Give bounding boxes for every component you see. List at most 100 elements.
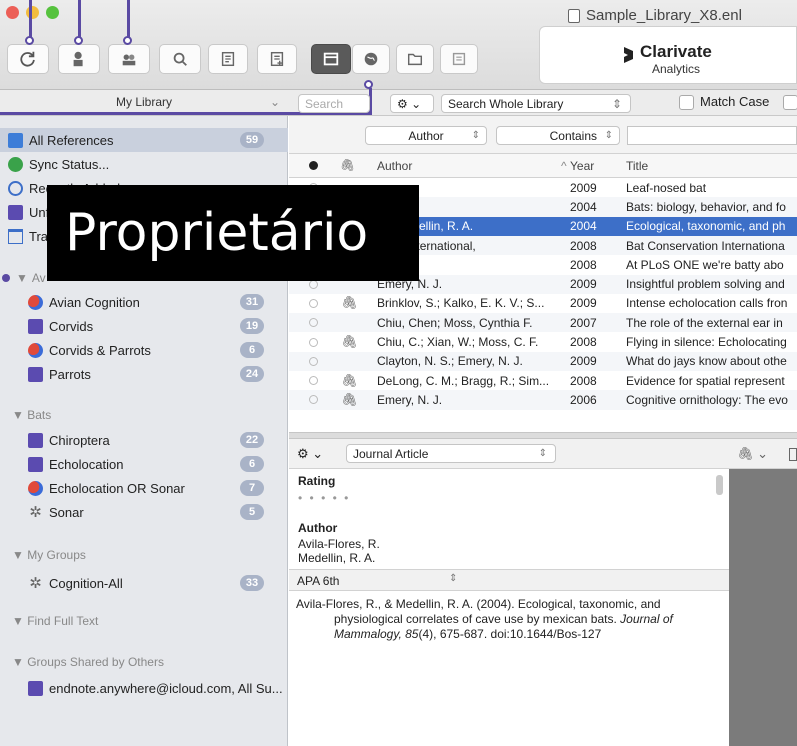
- search-scope-select[interactable]: Search Whole Library ⇕: [441, 94, 631, 113]
- find-full-text-section[interactable]: ▼ Find Full Text: [12, 614, 98, 628]
- callout-line: [78, 0, 81, 38]
- group-set-my-groups[interactable]: ▼ My Groups: [12, 548, 86, 562]
- read-status-icon[interactable]: [309, 337, 318, 347]
- gear-icon[interactable]: ⚙ ⌄: [297, 446, 323, 462]
- magnifier-icon: [173, 52, 187, 66]
- zoom-window-button[interactable]: [46, 6, 59, 19]
- format-bibliography-button[interactable]: [257, 44, 297, 74]
- read-status-column-icon[interactable]: [309, 161, 318, 170]
- find-full-text-button[interactable]: [159, 44, 201, 74]
- callout-marker: [123, 36, 132, 45]
- close-window-button[interactable]: [6, 6, 19, 19]
- sidebar-item[interactable]: Parrots 24: [0, 362, 288, 386]
- pdf-preview-pane[interactable]: [729, 469, 797, 746]
- preview-button[interactable]: [440, 44, 478, 74]
- match-case-checkbox[interactable]: [679, 95, 694, 110]
- editor-scrollbar[interactable]: [716, 475, 723, 495]
- sync-status-icon: [8, 156, 23, 172]
- pane-splitter[interactable]: [289, 432, 797, 439]
- table-row[interactable]: 🖇 Chiu, C.; Xian, W.; Moss, C. F. 2008 Flyi…: [289, 332, 797, 351]
- table-row[interactable]: 🖇 DeLong, C. M.; Bragg, R.; Sim... 2008 Evi…: [289, 371, 797, 390]
- paperclip-icon: 🖇: [341, 391, 358, 407]
- open-folder-button[interactable]: [396, 44, 434, 74]
- minimize-window-button[interactable]: [26, 6, 39, 19]
- cell-title: Flying in silence: Echolocating: [626, 335, 787, 350]
- shared-library-icon: [28, 680, 43, 696]
- open-link-button[interactable]: [352, 44, 390, 74]
- group-set-bats[interactable]: ▼ Bats: [12, 408, 51, 422]
- output-style-bar: APA 6th ⇕: [289, 569, 729, 591]
- count-badge: 31: [240, 294, 264, 310]
- table-row[interactable]: Clayton, N. S.; Emery, N. J. 2009 What do …: [289, 351, 797, 371]
- sync-button[interactable]: [7, 44, 49, 74]
- sidebar-item[interactable]: Avian Cognition 31: [0, 290, 288, 314]
- table-row[interactable]: 🖇 Emery, N. J. 2006 Cognitive ornithology: …: [289, 390, 797, 410]
- field-select[interactable]: Author ⇕: [365, 126, 487, 145]
- gear-icon: ⚙ ⌄: [397, 96, 422, 111]
- title-column-header[interactable]: Title: [626, 159, 648, 173]
- count-badge: 7: [240, 480, 264, 496]
- table-row[interactable]: Chiu, Chen; Moss, Cynthia F. 2007 The role…: [289, 313, 797, 333]
- option-checkbox[interactable]: [783, 95, 797, 110]
- sidebar-item[interactable]: Chiroptera 22: [0, 428, 288, 452]
- paperclip-icon[interactable]: 🖇: [340, 158, 355, 172]
- sidebar-item-sync-status[interactable]: Sync Status...: [0, 152, 288, 176]
- cell-title: Evidence for spatial represent: [626, 373, 785, 388]
- sidebar-item[interactable]: Corvids & Parrots 6: [0, 338, 288, 362]
- read-status-icon[interactable]: [309, 318, 318, 328]
- chevron-down-icon: ⌄: [269, 95, 280, 109]
- group-icon: [28, 456, 43, 472]
- bibliography-icon: [270, 51, 284, 67]
- read-status-icon[interactable]: [309, 298, 318, 308]
- author-field-line-1[interactable]: Avila-Flores, R.: [298, 537, 380, 551]
- sidebar-item-label: Parrots: [49, 366, 91, 382]
- read-status-icon[interactable]: [309, 395, 318, 405]
- sidebar-item-label: Echolocation OR Sonar: [49, 480, 185, 496]
- smart-group-icon: [28, 480, 43, 496]
- disclosure-triangle-icon: ▼: [12, 614, 28, 628]
- read-status-icon[interactable]: [309, 356, 318, 366]
- attachment-menu-icon[interactable]: 🖇 ⌄: [737, 446, 768, 462]
- sidebar-item[interactable]: Echolocation OR Sonar 7: [0, 476, 288, 500]
- callout-line: [29, 0, 32, 40]
- sidebar-item[interactable]: Corvids 19: [0, 314, 288, 338]
- rating-stars[interactable]: • • • • •: [298, 491, 350, 505]
- paperclip-icon: 🖇: [341, 334, 358, 350]
- reference-type-select[interactable]: Journal Article ⇕: [346, 444, 556, 463]
- insert-citation-button[interactable]: [208, 44, 248, 74]
- search-options-button[interactable]: ⚙ ⌄: [390, 94, 434, 113]
- integrated-library-button[interactable]: [108, 44, 150, 74]
- callout-line: [127, 0, 130, 38]
- cell-title: Cognitive ornithology: The evo: [626, 392, 788, 407]
- search-term-input[interactable]: [627, 126, 797, 145]
- sidebar-item-cognition-all[interactable]: ✲ Cognition-All 33: [0, 571, 288, 595]
- search-input[interactable]: Search: [298, 94, 370, 113]
- updown-arrow-icon: ⇕: [471, 130, 480, 141]
- updown-arrow-icon: ⇕: [538, 448, 547, 459]
- group-icon: [28, 318, 43, 334]
- shared-groups-section[interactable]: ▼ Groups Shared by Others: [12, 655, 164, 669]
- disclosure-triangle-icon: ▼: [12, 548, 28, 562]
- author-column-header[interactable]: Author: [377, 159, 412, 173]
- sidebar-item-shared-library[interactable]: endnote.anywhere@icloud.com, All Su...: [0, 676, 288, 700]
- gear-icon: ✲: [29, 503, 42, 521]
- sidebar-item[interactable]: ✲ Sonar 5: [0, 500, 288, 524]
- sidebar-item-label: Sonar: [49, 504, 84, 520]
- author-field-line-2[interactable]: Medellin, R. A.: [298, 551, 375, 565]
- layout-icon[interactable]: [789, 448, 797, 461]
- document-preview-icon: [452, 52, 466, 66]
- callout-marker: [74, 36, 83, 45]
- online-search-button[interactable]: [58, 44, 100, 74]
- layout-panel-button[interactable]: [311, 44, 351, 74]
- year-column-header[interactable]: Year: [570, 159, 594, 173]
- clock-icon: [8, 180, 23, 196]
- library-selector[interactable]: My Library ⌄: [0, 92, 288, 112]
- table-row[interactable]: 🖇 Brinklov, S.; Kalko, E. K. V.; S... 2009…: [289, 294, 797, 313]
- sidebar-item-all-references[interactable]: All References 59: [0, 128, 288, 152]
- read-status-icon[interactable]: [309, 376, 318, 386]
- brand-subtitle: Analytics: [652, 62, 701, 76]
- sidebar-item[interactable]: Echolocation 6: [0, 452, 288, 476]
- output-style-select[interactable]: APA 6th: [297, 574, 339, 588]
- paperclip-icon: 🖇: [341, 372, 358, 388]
- operator-select[interactable]: Contains ⇕: [496, 126, 620, 145]
